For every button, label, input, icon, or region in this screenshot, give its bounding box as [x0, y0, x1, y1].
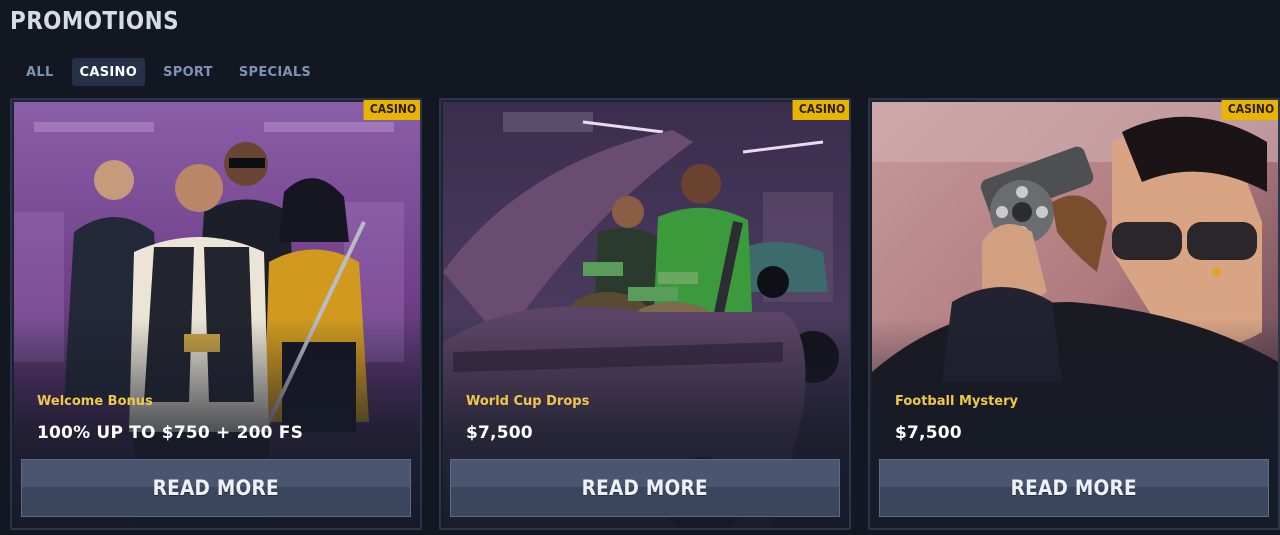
read-more-label: READ MORE [1010, 476, 1138, 500]
category-badge: CASINO [792, 100, 849, 120]
tab-all[interactable]: ALL [18, 58, 62, 86]
promo-name: Football Mystery [895, 394, 1019, 409]
read-more-label: READ MORE [152, 476, 280, 500]
promo-card-football-mystery[interactable]: CASINO Football Mystery $7,500 READ MORE [868, 98, 1280, 530]
promotions-page: PROMOTIONS ALL CASINO SPORT SPECIALS CAS… [0, 0, 1280, 535]
promo-value: $7,500 [466, 423, 533, 443]
read-more-button[interactable]: READ MORE [21, 459, 411, 517]
read-more-button[interactable]: READ MORE [879, 459, 1269, 517]
category-badge: CASINO [363, 100, 420, 120]
category-badge: CASINO [1221, 100, 1278, 120]
tab-specials[interactable]: SPECIALS [231, 58, 319, 86]
promo-value: $7,500 [895, 423, 962, 443]
promo-card-welcome-bonus[interactable]: CASINO Welcome Bonus 100% UP TO $750 + 2… [10, 98, 422, 530]
tab-casino[interactable]: CASINO [71, 58, 146, 86]
promo-card-world-cup-drops[interactable]: CASINO World Cup Drops $7,500 READ MORE [439, 98, 851, 530]
promo-name: World Cup Drops [466, 394, 590, 409]
page-title: PROMOTIONS [10, 6, 179, 35]
tab-sport[interactable]: SPORT [155, 58, 221, 86]
read-more-button[interactable]: READ MORE [450, 459, 840, 517]
promo-cards: CASINO Welcome Bonus 100% UP TO $750 + 2… [10, 98, 1280, 535]
read-more-label: READ MORE [581, 476, 709, 500]
promo-value: 100% UP TO $750 + 200 FS [37, 423, 304, 443]
promo-name: Welcome Bonus [37, 394, 153, 409]
category-tabs: ALL CASINO SPORT SPECIALS [18, 58, 319, 86]
